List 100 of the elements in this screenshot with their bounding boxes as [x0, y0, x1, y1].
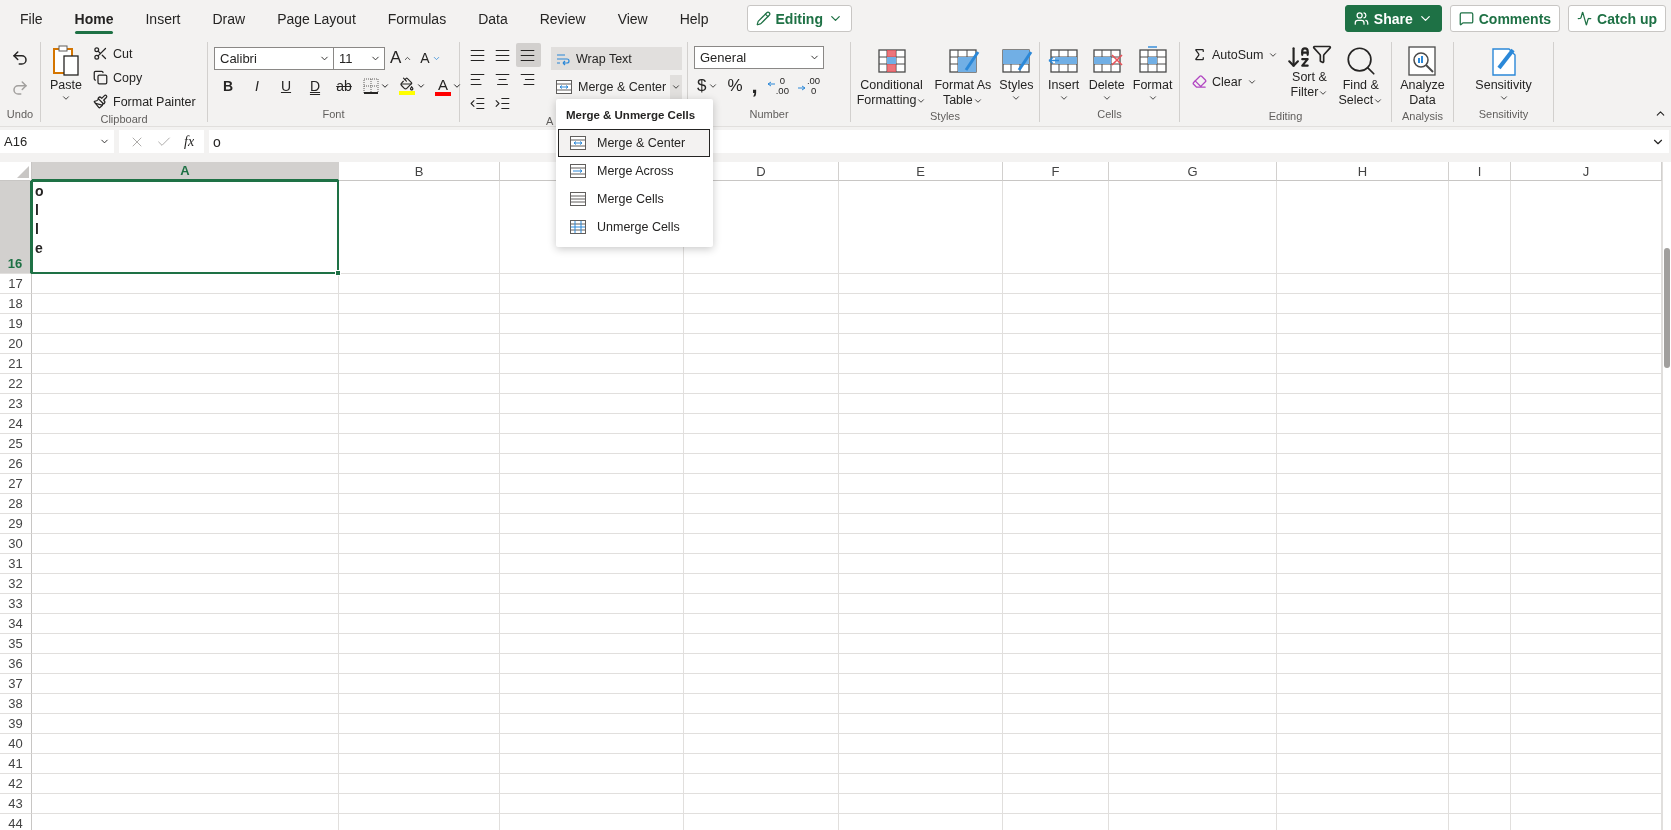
empty-cell[interactable] [1003, 774, 1109, 794]
empty-cell[interactable] [339, 394, 500, 414]
empty-cell[interactable] [1003, 454, 1109, 474]
empty-cell[interactable] [500, 614, 684, 634]
empty-cell[interactable] [339, 774, 500, 794]
menu-tab[interactable]: Review [523, 0, 602, 37]
strike-button[interactable]: ab [332, 74, 356, 98]
empty-cell[interactable] [500, 654, 684, 674]
format-button[interactable]: Format [1130, 42, 1175, 105]
empty-cell[interactable] [1003, 574, 1109, 594]
empty-cell[interactable] [684, 674, 839, 694]
table-button[interactable]: Format As Table [932, 42, 994, 110]
empty-cell[interactable] [500, 554, 684, 574]
empty-cell[interactable] [684, 494, 839, 514]
empty-cell[interactable] [1277, 614, 1449, 634]
empty-cell[interactable] [839, 181, 1003, 274]
delete-button[interactable]: Delete [1086, 42, 1127, 105]
empty-cell[interactable] [339, 554, 500, 574]
empty-cell[interactable] [1109, 354, 1277, 374]
empty-cell[interactable] [1109, 714, 1277, 734]
empty-cell[interactable] [839, 394, 1003, 414]
row-header[interactable]: 21 [0, 354, 32, 374]
empty-cell[interactable] [1003, 314, 1109, 334]
empty-cell[interactable] [1003, 414, 1109, 434]
row-header[interactable]: 28 [0, 494, 32, 514]
empty-cell[interactable] [684, 334, 839, 354]
conditional-button[interactable]: Conditional Formatting [854, 42, 929, 110]
row-header[interactable]: 27 [0, 474, 32, 494]
empty-cell[interactable] [1449, 274, 1511, 294]
row-header[interactable]: 31 [0, 554, 32, 574]
function-button[interactable]: fx [184, 133, 195, 150]
empty-cell[interactable] [1277, 274, 1449, 294]
empty-cell[interactable] [1003, 334, 1109, 354]
empty-cell[interactable] [839, 334, 1003, 354]
row-header[interactable]: 20 [0, 334, 32, 354]
empty-cell[interactable] [1003, 714, 1109, 734]
menu-item[interactable]: Merge & Center [558, 129, 710, 157]
empty-cell[interactable] [500, 494, 684, 514]
empty-cell[interactable] [339, 181, 500, 274]
empty-cell[interactable] [1277, 794, 1449, 814]
empty-cell[interactable] [1109, 394, 1277, 414]
scrollbar-thumb[interactable] [1664, 248, 1670, 368]
empty-cell[interactable] [684, 434, 839, 454]
empty-cell[interactable] [1109, 774, 1277, 794]
row-header[interactable]: 33 [0, 594, 32, 614]
empty-cell[interactable] [1003, 181, 1109, 274]
row-header[interactable]: 32 [0, 574, 32, 594]
empty-cell[interactable] [1003, 294, 1109, 314]
empty-cell[interactable] [684, 734, 839, 754]
empty-cell[interactable] [1449, 314, 1511, 334]
select-all-icon[interactable] [17, 166, 29, 178]
empty-cell[interactable] [1003, 754, 1109, 774]
empty-cell[interactable] [339, 334, 500, 354]
empty-cell[interactable] [1003, 434, 1109, 454]
number-format-field[interactable]: General [694, 46, 824, 69]
empty-cell[interactable] [684, 574, 839, 594]
empty-cell[interactable] [1449, 434, 1511, 454]
empty-cell[interactable] [339, 474, 500, 494]
empty-cell[interactable] [1003, 734, 1109, 754]
row-header[interactable]: 29 [0, 514, 32, 534]
double-button[interactable]: D [303, 74, 327, 98]
empty-cell[interactable] [1449, 614, 1511, 634]
empty-cell[interactable] [839, 754, 1003, 774]
empty-cell[interactable] [500, 774, 684, 794]
empty-cell[interactable] [1003, 594, 1109, 614]
font-size-field[interactable]: 11 [333, 46, 385, 70]
empty-cell[interactable] [1003, 674, 1109, 694]
font-name-field[interactable]: Calibri [214, 46, 334, 70]
empty-cell[interactable] [839, 274, 1003, 294]
empty-cell[interactable] [839, 314, 1003, 334]
empty-cell[interactable] [839, 774, 1003, 794]
empty-cell[interactable] [684, 634, 839, 654]
catchup-button[interactable]: Catch up [1568, 5, 1666, 32]
empty-cell[interactable] [500, 374, 684, 394]
bold-button[interactable]: B [216, 74, 240, 98]
empty-cell[interactable] [684, 274, 839, 294]
empty-cell[interactable] [500, 634, 684, 654]
empty-cell[interactable] [839, 694, 1003, 714]
empty-cell[interactable] [500, 314, 684, 334]
empty-cell[interactable] [339, 294, 500, 314]
empty-cell[interactable] [1109, 674, 1277, 694]
fill-handle[interactable] [335, 270, 341, 276]
empty-cell[interactable] [1449, 694, 1511, 714]
empty-cell[interactable] [1277, 754, 1449, 774]
empty-cell[interactable] [1109, 454, 1277, 474]
empty-cell[interactable] [339, 714, 500, 734]
empty-cell[interactable] [839, 294, 1003, 314]
empty-cell[interactable] [684, 374, 839, 394]
empty-cell[interactable] [1277, 314, 1449, 334]
empty-cell[interactable] [684, 414, 839, 434]
empty-cell[interactable] [684, 694, 839, 714]
percent-button[interactable]: % [724, 74, 746, 98]
empty-cell[interactable] [1109, 314, 1277, 334]
row-header[interactable]: 34 [0, 614, 32, 634]
insert-button[interactable]: Insert [1044, 42, 1083, 105]
empty-cell[interactable] [1109, 614, 1277, 634]
column-header[interactable]: H [1277, 162, 1449, 181]
empty-cell[interactable] [839, 714, 1003, 734]
empty-cell[interactable] [1109, 181, 1277, 274]
empty-cell[interactable] [1277, 294, 1449, 314]
